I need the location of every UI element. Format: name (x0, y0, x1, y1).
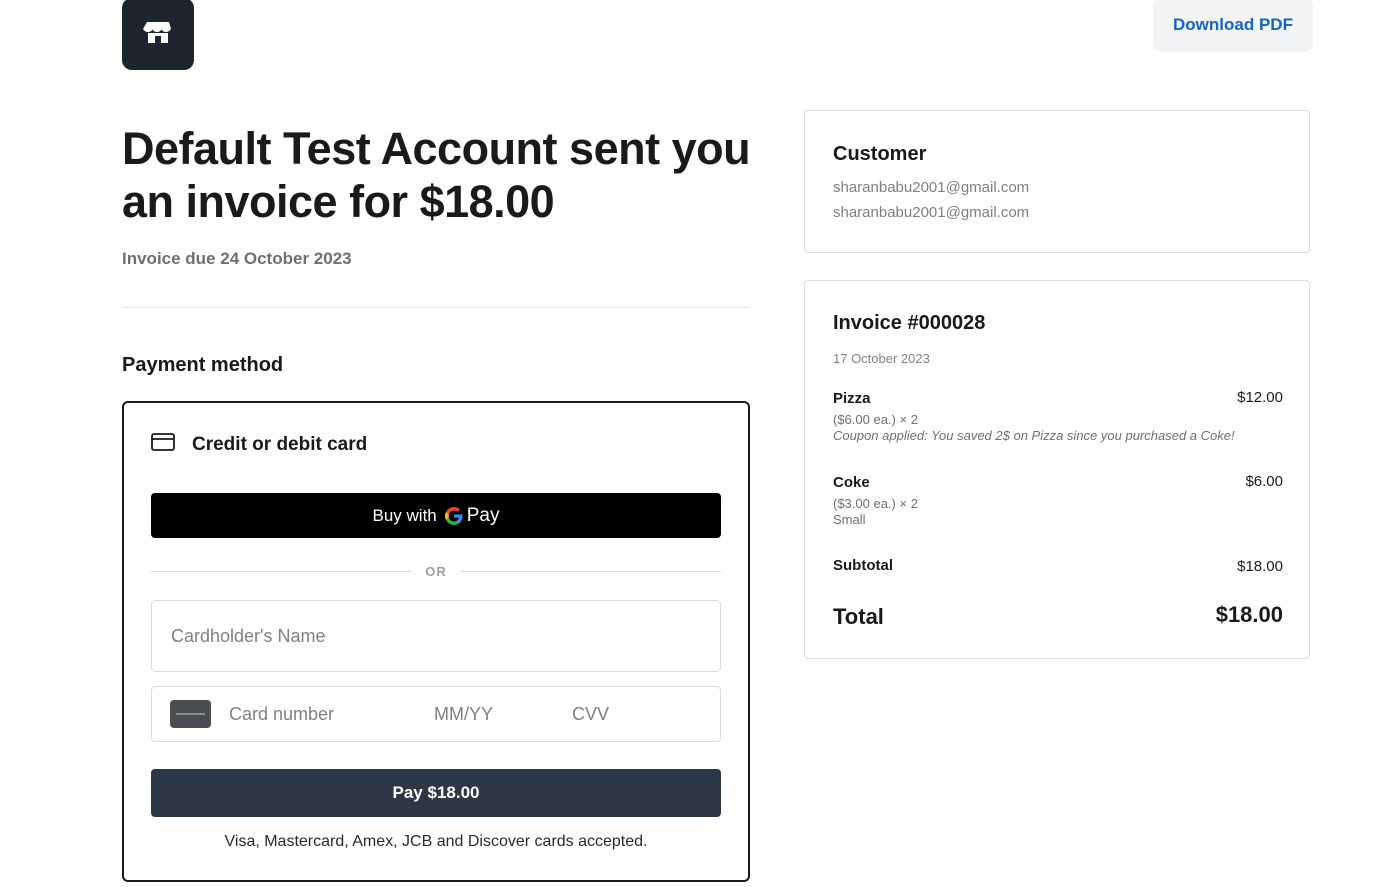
line-item-detail: ($6.00 ea.) × 2 (833, 412, 918, 427)
cardholder-name-input[interactable] (151, 600, 721, 672)
invoice-number: Invoice #000028 (833, 312, 986, 334)
line-item-detail: ($3.00 ea.) × 2 (833, 496, 918, 511)
card-number-input[interactable] (229, 703, 434, 725)
or-line-left (151, 570, 414, 572)
line-item-name: Coke (833, 474, 870, 491)
total-label: Total (833, 604, 884, 629)
invoice-summary-panel: Invoice #000028 17 October 2023 Pizza $1… (804, 280, 1310, 659)
customer-email: sharanbabu2001@gmail.com (833, 179, 1030, 196)
subtotal-value: $18.00 (1237, 558, 1283, 575)
gpay-prefix: Buy with (372, 505, 437, 525)
line-item-price: $6.00 (1245, 473, 1283, 490)
credit-card-option-label: Credit or debit card (192, 433, 368, 455)
store-logo (122, 0, 194, 70)
storefront-icon (143, 17, 173, 52)
or-label: OR (425, 563, 447, 579)
or-separator: OR (151, 561, 721, 581)
payment-form: Credit or debit card Buy with Pay OR Pay… (122, 401, 750, 882)
card-expiry-input[interactable] (434, 703, 572, 725)
accepted-cards-note: Visa, Mastercard, Amex, JCB and Discover… (224, 833, 648, 850)
line-item: Pizza $12.00 ($6.00 ea.) × 2 Coupon appl… (833, 389, 1283, 444)
pay-button[interactable]: Pay $18.00 (151, 769, 721, 817)
line-item-price: $12.00 (1237, 389, 1283, 406)
customer-panel: Customer sharanbabu2001@gmail.com sharan… (804, 110, 1310, 253)
credit-card-option[interactable]: Credit or debit card (151, 433, 367, 456)
line-item-variant: Small (833, 512, 866, 527)
total-value: $18.00 (1215, 602, 1283, 627)
line-item-name: Pizza (833, 390, 871, 407)
customer-title: Customer (833, 143, 927, 165)
google-g-icon (444, 506, 463, 525)
invoice-headline: Default Test Account sent you an invoice… (122, 123, 751, 227)
line-item: Coke $6.00 ($3.00 ea.) × 2 Small (833, 473, 1283, 528)
total-row: Total $18.00 (833, 602, 1283, 630)
subtotal-label: Subtotal (833, 557, 893, 574)
card-details-row (151, 686, 721, 742)
invoice-due-date: Invoice due 24 October 2023 (122, 249, 352, 268)
google-pay-button[interactable]: Buy with Pay (151, 493, 721, 538)
gpay-suffix: Pay (466, 504, 500, 526)
card-cvv-input[interactable] (572, 703, 692, 725)
download-pdf-button[interactable]: Download PDF (1153, 0, 1313, 52)
invoice-date: 17 October 2023 (833, 351, 930, 366)
payment-method-heading: Payment method (122, 354, 284, 376)
line-item-coupon-note: Coupon applied: You saved 2$ on Pizza si… (833, 428, 1235, 443)
subtotal-row: Subtotal $18.00 (833, 557, 1283, 575)
customer-email-secondary: sharanbabu2001@gmail.com (833, 204, 1030, 221)
card-brand-icon (170, 700, 211, 728)
section-divider (122, 307, 750, 308)
or-line-right (458, 570, 721, 572)
credit-card-icon (151, 433, 175, 456)
